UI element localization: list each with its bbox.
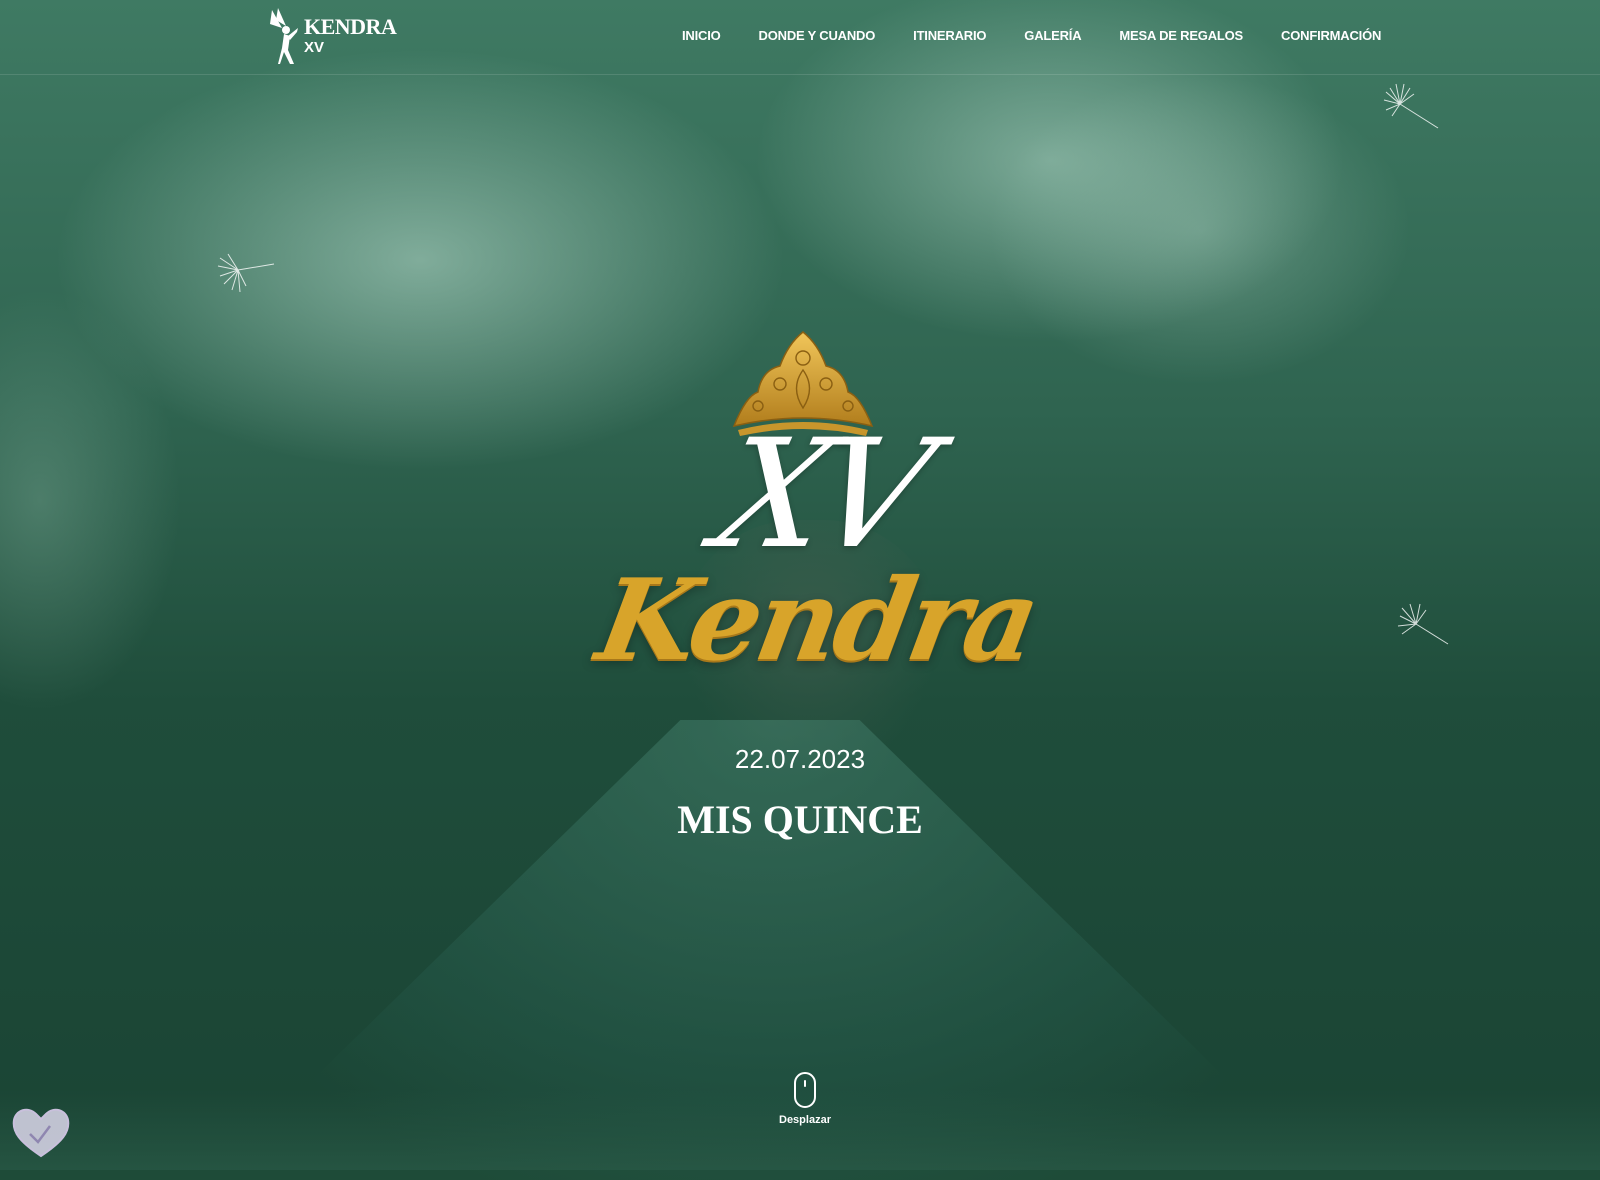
hero-name: Kendra: [588, 555, 1046, 686]
hero-subtitle: MIS QUINCE: [677, 797, 923, 842]
scroll-label: Desplazar: [779, 1114, 831, 1126]
mouse-scroll-icon: [794, 1072, 816, 1108]
scroll-down-button[interactable]: Desplazar: [772, 1072, 838, 1126]
heart-widget-icon[interactable]: [10, 1104, 72, 1160]
event-date: 22.07.2023: [734, 744, 866, 774]
hero-xv-title: XV: [700, 408, 940, 582]
hero-section: XV Kendra 22.07.2023 MIS QUINCE: [0, 0, 1600, 1170]
